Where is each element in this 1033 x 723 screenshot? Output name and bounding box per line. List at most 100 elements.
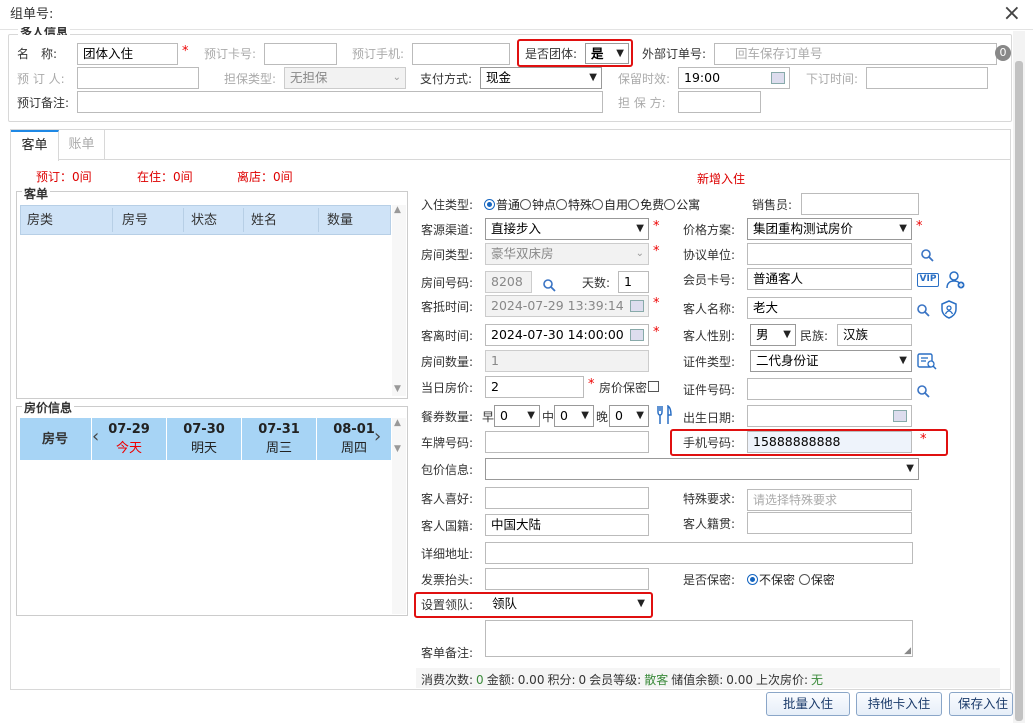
room-no-label: 房间号码: — [421, 276, 474, 290]
scrollbar-thumb[interactable] — [1015, 61, 1023, 721]
id-card-reader-icon[interactable] — [917, 352, 937, 370]
nationality-input[interactable]: 中国大陆 — [485, 514, 649, 536]
nation-input[interactable]: 汉族 — [837, 324, 912, 346]
chevron-down-icon: ▼ — [899, 223, 907, 234]
guest-list-scrollbar[interactable]: ▲ ▼ — [392, 205, 406, 396]
dinner-select[interactable]: 0 ▼ — [609, 405, 649, 427]
rate-scrollbar[interactable]: ▲ ▼ — [392, 418, 406, 614]
radio-free[interactable] — [628, 199, 640, 210]
plate-input[interactable] — [485, 431, 649, 453]
checkin-type-label: 入住类型: — [421, 198, 474, 212]
rate-date: 07-29 — [108, 422, 150, 437]
add-user-icon[interactable] — [946, 270, 966, 290]
scroll-up-icon[interactable]: ▲ — [394, 418, 401, 428]
chevron-down-icon: ▼ — [899, 355, 907, 366]
scroll-down-icon[interactable]: ▼ — [394, 384, 401, 394]
radio-hourly[interactable] — [520, 199, 532, 210]
radio-secret[interactable] — [798, 574, 810, 585]
resize-handle-icon[interactable]: ◢ — [904, 647, 911, 656]
keep-time-input[interactable]: 19:00 — [678, 67, 790, 89]
price-plan-select[interactable]: 集团重构测试房价 ▼ — [747, 218, 912, 240]
group-name-input[interactable]: 团体入住 — [77, 43, 178, 65]
booker-input[interactable] — [77, 67, 199, 89]
calendar-icon[interactable] — [630, 300, 644, 312]
dinner-value: 0 — [615, 408, 623, 423]
stat-out: 离店：0间 — [237, 170, 293, 184]
booker-label: 预 订 人: — [17, 72, 65, 86]
radio-self[interactable] — [592, 199, 604, 210]
ext-order-input[interactable]: 回车保存订单号 — [714, 43, 997, 65]
depart-time-input[interactable]: 2024-07-30 14:00:00 — [485, 324, 649, 346]
arrive-time-input[interactable]: 2024-07-29 13:39:14 — [485, 295, 649, 317]
ext-order-badge: 0 — [995, 45, 1011, 61]
close-icon[interactable]: × — [1003, 1, 1021, 27]
order-time-input[interactable] — [866, 67, 988, 89]
room-count-input[interactable]: 1 — [485, 350, 649, 372]
price-secret-checkbox[interactable] — [648, 381, 659, 392]
tab-bill[interactable]: 账单 — [59, 130, 105, 160]
special-input[interactable]: 请选择特殊要求 — [747, 489, 912, 511]
breakfast-select[interactable]: 0 ▼ — [494, 405, 540, 427]
gender-select[interactable]: 男 ▼ — [750, 324, 796, 346]
id-type-select[interactable]: 二代身份证 ▼ — [750, 350, 912, 372]
search-icon[interactable] — [916, 384, 930, 398]
scrollbar[interactable] — [1013, 31, 1025, 723]
other-card-checkin-button[interactable]: 持他卡入住 — [856, 692, 942, 716]
invoice-input[interactable] — [485, 568, 649, 590]
agreement-input[interactable] — [747, 243, 912, 265]
package-select[interactable]: ▼ — [485, 458, 919, 480]
hobby-input[interactable] — [485, 487, 649, 509]
vip-icon[interactable]: VIP — [917, 273, 939, 287]
rate-next-icon[interactable]: › — [374, 426, 381, 447]
search-icon[interactable] — [916, 303, 930, 317]
calendar-icon[interactable] — [893, 410, 907, 422]
guest-name-input[interactable]: 老大 — [747, 297, 912, 319]
is-group-select[interactable]: 是 ▼ — [585, 43, 629, 64]
room-type-select[interactable]: 豪华双床房 ⌄ — [485, 243, 649, 265]
rate-date-col: 07-29 今天 — [91, 418, 166, 460]
shield-icon[interactable] — [940, 300, 958, 319]
radio-normal[interactable] — [484, 199, 495, 210]
guarantee-type-select[interactable]: 无担保 ⌄ — [284, 67, 406, 89]
id-no-input[interactable] — [747, 378, 912, 400]
radio-not-secret[interactable] — [747, 574, 758, 585]
booking-card-input[interactable] — [264, 43, 337, 65]
booking-remark-input[interactable] — [77, 91, 603, 113]
pay-method-value: 现金 — [486, 70, 512, 85]
day-price-input[interactable]: 2 — [485, 376, 584, 398]
address-input[interactable] — [485, 542, 913, 564]
guarantor-input[interactable] — [678, 91, 761, 113]
tab-guest[interactable]: 客单 — [11, 130, 59, 161]
source-select[interactable]: 直接步入 ▼ — [485, 218, 649, 240]
native-input[interactable] — [747, 512, 912, 534]
fork-knife-icon[interactable] — [655, 405, 673, 425]
pay-method-select[interactable]: 现金 ▼ — [480, 67, 602, 89]
scroll-down-icon[interactable]: ▼ — [394, 444, 401, 454]
days-input[interactable]: 1 — [618, 271, 649, 293]
leader-select[interactable]: 领队 ▼ — [487, 594, 649, 615]
col-divider — [112, 208, 113, 232]
lunch-select[interactable]: 0 ▼ — [554, 405, 594, 427]
radio-apartment[interactable] — [664, 199, 676, 210]
member-card-input[interactable]: 普通客人 — [747, 268, 912, 290]
required-mark: * — [653, 219, 660, 234]
sales-input[interactable] — [801, 193, 919, 215]
stat-booked: 预订：0间 — [36, 170, 92, 184]
scroll-up-icon[interactable]: ▲ — [394, 205, 401, 215]
room-no-input[interactable]: 8208 — [485, 271, 532, 293]
guest-remark-textarea[interactable]: ◢ — [485, 620, 913, 657]
radio-label: 免费 — [640, 198, 665, 212]
booking-phone-input[interactable] — [412, 43, 510, 65]
batch-checkin-button[interactable]: 批量入住 — [766, 692, 850, 716]
agreement-label: 协议单位: — [683, 248, 736, 262]
amount-label: 金额: — [486, 673, 515, 687]
calendar-icon[interactable] — [630, 329, 644, 341]
radio-special[interactable] — [556, 199, 568, 210]
mobile-input[interactable]: 15888888888 — [747, 431, 912, 453]
birth-input[interactable] — [747, 405, 912, 427]
plate-label: 车牌号码: — [421, 436, 474, 450]
save-checkin-button[interactable]: 保存入住 — [949, 692, 1013, 716]
calendar-icon[interactable] — [771, 72, 785, 84]
search-icon[interactable] — [920, 248, 934, 262]
search-icon[interactable] — [542, 278, 556, 292]
